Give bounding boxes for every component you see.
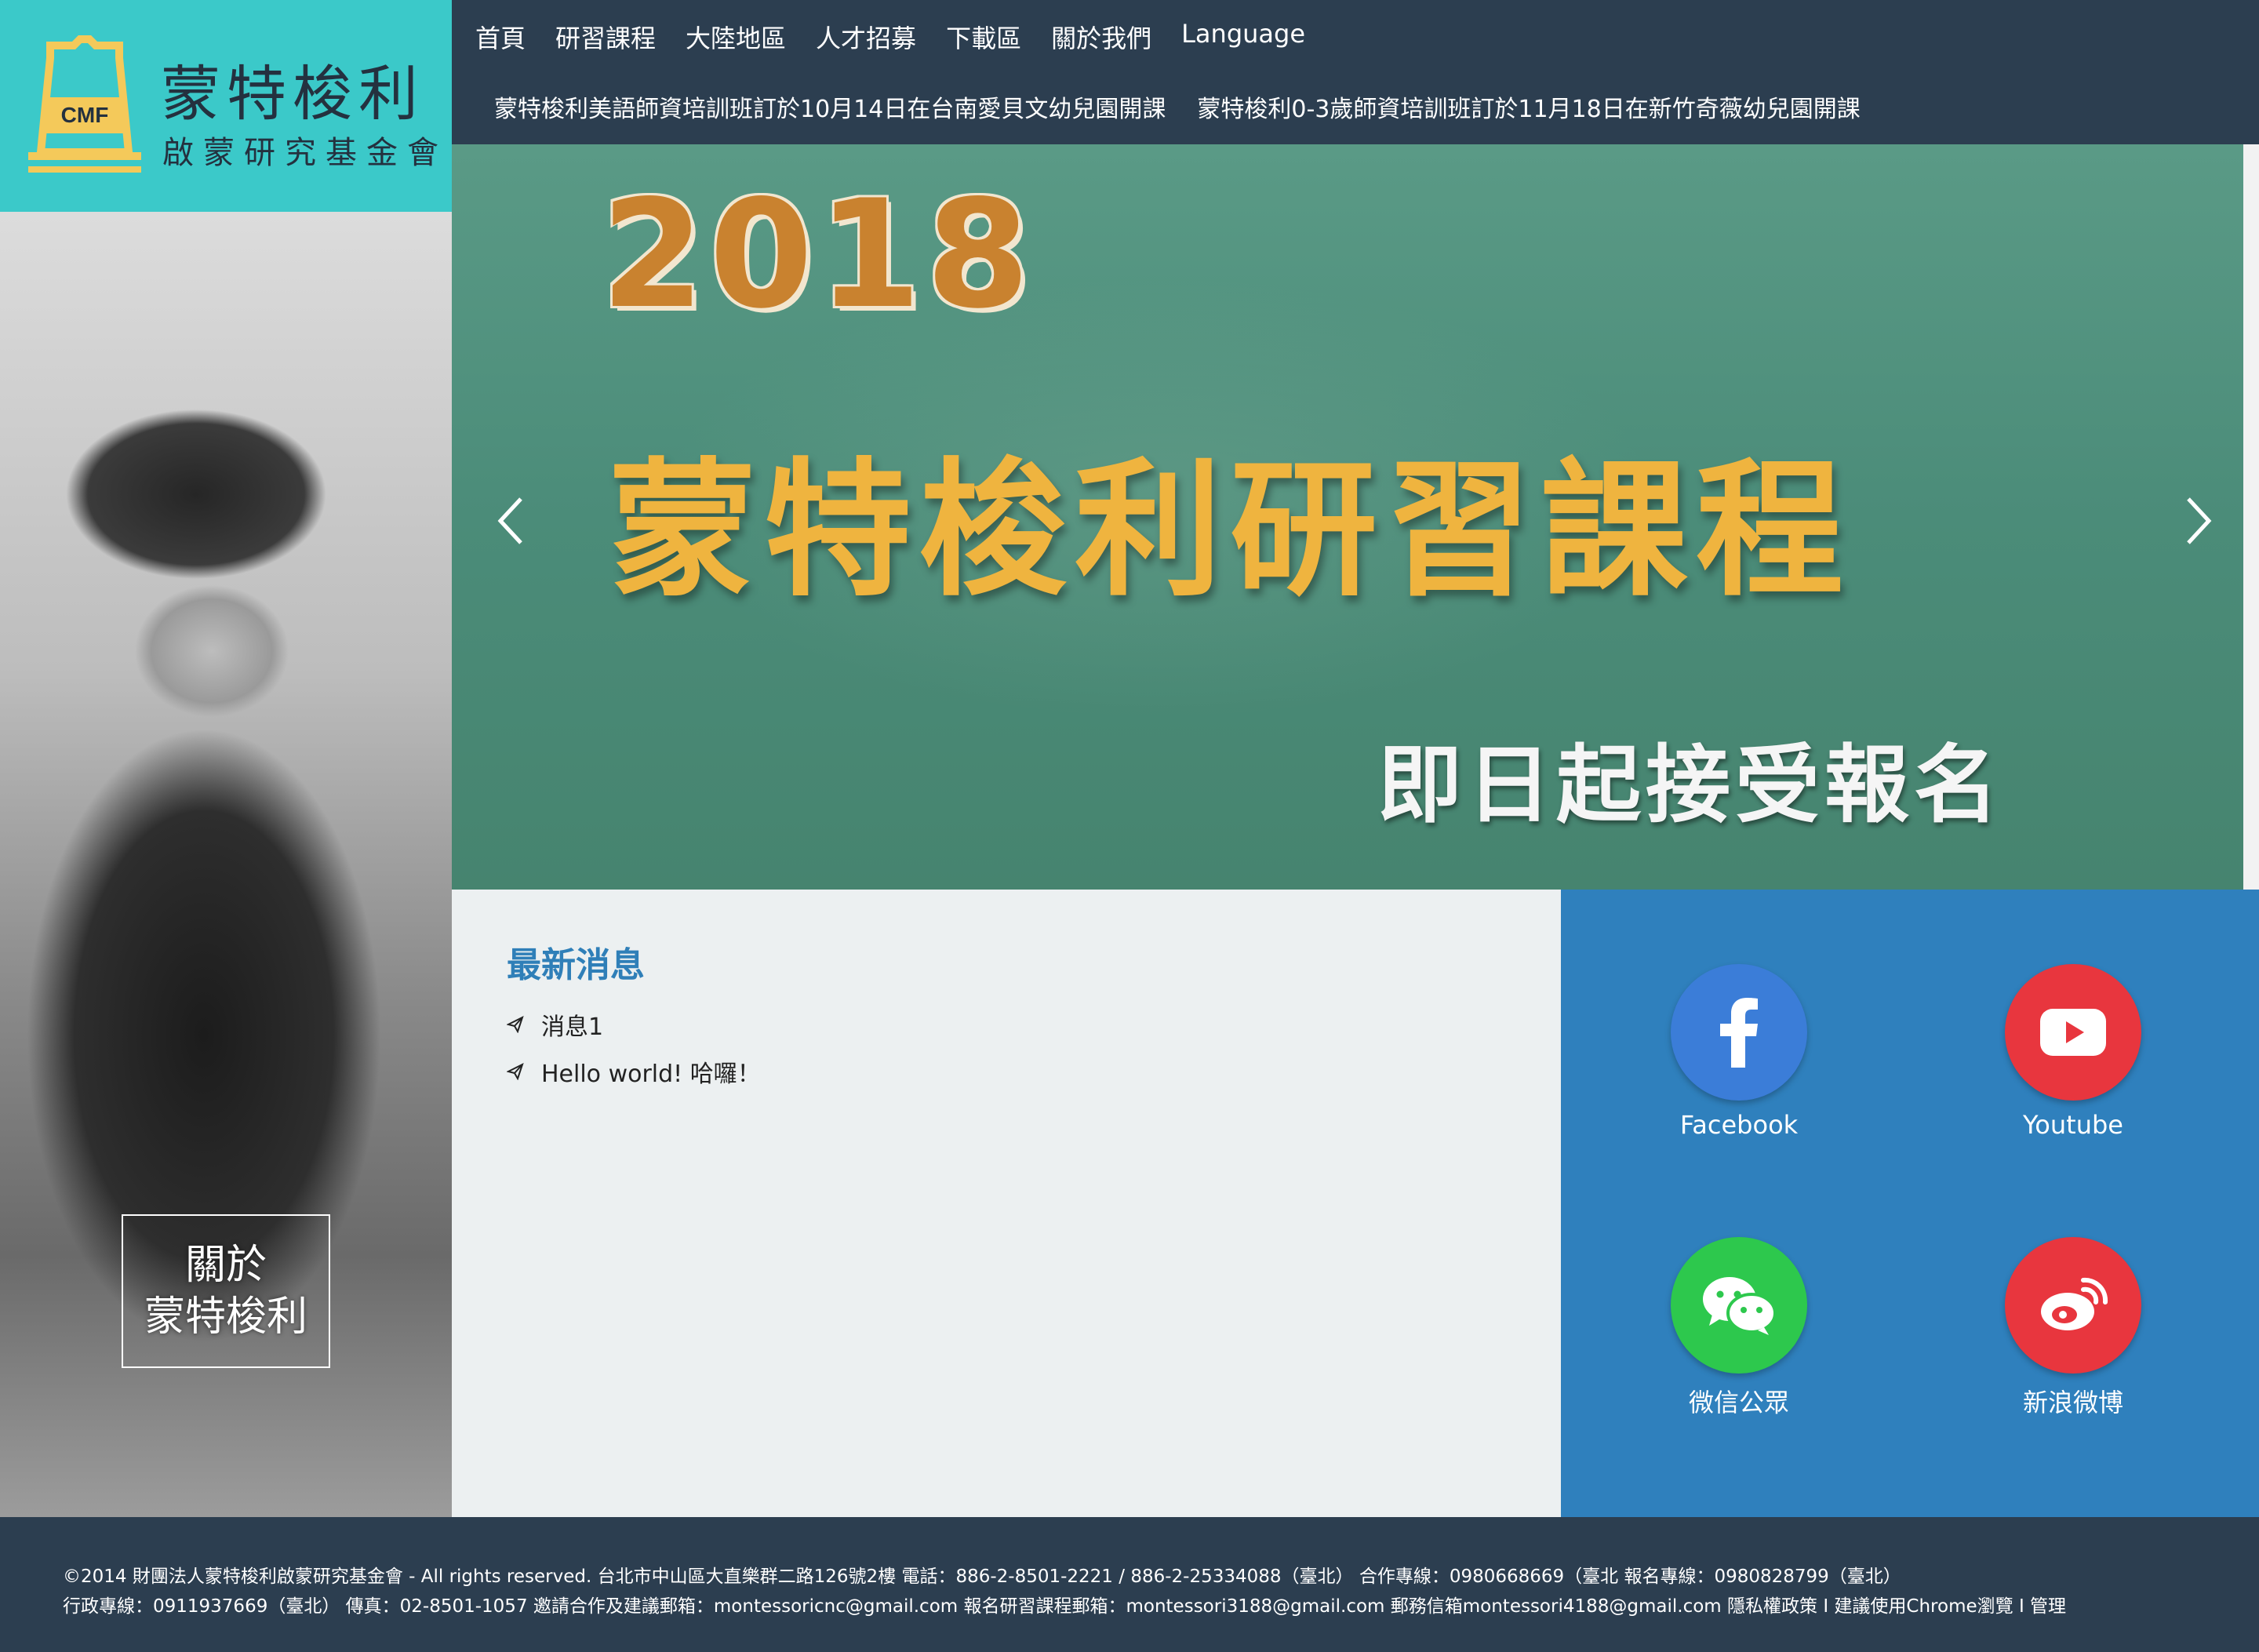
youtube-icon bbox=[2005, 964, 2141, 1101]
hero-carousel[interactable]: 2018 蒙特梭利研習課程 即日起接受報名 bbox=[452, 144, 2259, 890]
top-navbar: 首頁 研習課程 大陸地區 人才招募 下載區 關於我們 Language 蒙特梭利… bbox=[452, 0, 2259, 144]
news-item[interactable]: 消息1 bbox=[507, 1001, 761, 1048]
ticker-item[interactable]: 蒙特梭利美語師資培訓班訂於10月14日在台南愛貝文幼兒園開課 bbox=[494, 89, 1166, 124]
privacy-policy-link[interactable]: 隱私權政策 bbox=[1727, 1596, 1817, 1617]
footer-contact-text: 行政專線：0911937669（臺北） 傳真：02-8501-1057 邀請合作… bbox=[63, 1596, 1728, 1617]
hero-year: 2018 bbox=[601, 168, 1035, 341]
site-logo[interactable]: CMF 蒙特梭利 啟蒙研究基金會 bbox=[0, 0, 452, 212]
footer-line-2: 行政專線：0911937669（臺北） 傳真：02-8501-1057 邀請合作… bbox=[63, 1591, 2066, 1617]
footer-separator: I bbox=[1817, 1596, 1835, 1617]
news-item[interactable]: Hello world! 哈囉！ bbox=[507, 1048, 761, 1095]
nav-item-about-us[interactable]: 關於我們 bbox=[1051, 19, 1151, 55]
logo-title: 蒙特梭利 bbox=[161, 59, 424, 129]
wechat-icon bbox=[1671, 1237, 1807, 1374]
carousel-next-icon[interactable] bbox=[2174, 489, 2221, 552]
hero-signup-text: 即日起接受報名 bbox=[1377, 737, 2004, 835]
social-label: Youtube bbox=[2023, 1110, 2123, 1140]
ticker-item[interactable]: 蒙特梭利0-3歲師資培訓班訂於11月18日在新竹奇薇幼兒園開課 bbox=[1197, 89, 1860, 124]
logo-subtitle: 啟蒙研究基金會 bbox=[162, 135, 448, 171]
weibo-icon bbox=[2005, 1237, 2141, 1374]
browser-note: 建議使用Chrome瀏覽 bbox=[1834, 1596, 2013, 1617]
nav-item-language[interactable]: Language bbox=[1181, 19, 1305, 55]
social-facebook-link[interactable]: Facebook bbox=[1645, 964, 1833, 1140]
news-item-label: Hello world! 哈囉！ bbox=[541, 1061, 761, 1088]
about-montessori-button[interactable]: 關於 蒙特梭利 bbox=[122, 1214, 330, 1368]
social-weibo-link[interactable]: 新浪微博 bbox=[1979, 1237, 2167, 1419]
latest-news-section: 最新消息 消息1 Hello world! 哈囉！ bbox=[452, 890, 1561, 1517]
carousel-prev-icon[interactable] bbox=[488, 489, 535, 552]
hero-edge-strip bbox=[2243, 144, 2259, 890]
social-label: 新浪微博 bbox=[2022, 1388, 2123, 1417]
svg-text:CMF: CMF bbox=[61, 103, 109, 127]
social-label: 微信公眾 bbox=[1688, 1388, 1789, 1417]
admin-link[interactable]: 管理 bbox=[2030, 1596, 2066, 1617]
social-youtube-link[interactable]: Youtube bbox=[1979, 964, 2167, 1140]
news-list: 消息1 Hello world! 哈囉！ bbox=[507, 1001, 761, 1095]
announcement-ticker: 蒙特梭利美語師資培訓班訂於10月14日在台南愛貝文幼兒園開課 蒙特梭利0-3歲師… bbox=[494, 89, 1892, 124]
paper-plane-icon bbox=[507, 1063, 524, 1080]
nav-item-courses[interactable]: 研習課程 bbox=[555, 19, 656, 55]
montessori-portrait-image: 關於 蒙特梭利 bbox=[0, 212, 452, 1517]
site-footer: ©2014 財團法人蒙特梭利啟蒙研究基金會 - All rights reser… bbox=[0, 1517, 2259, 1652]
nav-item-mainland[interactable]: 大陸地區 bbox=[686, 19, 786, 55]
cmf-emblem-icon: CMF bbox=[28, 35, 141, 173]
nav-item-careers[interactable]: 人才招募 bbox=[816, 19, 916, 55]
news-item-label: 消息1 bbox=[541, 1013, 604, 1041]
hero-headline: 蒙特梭利研習課程 bbox=[609, 445, 1851, 617]
about-line-2: 蒙特梭利 bbox=[144, 1294, 307, 1341]
footer-separator: I bbox=[2013, 1596, 2031, 1617]
news-title: 最新消息 bbox=[507, 945, 645, 985]
social-links-panel: Facebook Youtube 微信公眾 新浪微博 bbox=[1561, 890, 2259, 1517]
facebook-icon bbox=[1671, 964, 1807, 1101]
paper-plane-icon bbox=[507, 1016, 524, 1033]
social-wechat-link[interactable]: 微信公眾 bbox=[1645, 1237, 1833, 1419]
footer-line-1: ©2014 財團法人蒙特梭利啟蒙研究基金會 - All rights reser… bbox=[63, 1566, 1901, 1587]
social-label: Facebook bbox=[1679, 1110, 1799, 1140]
nav-item-downloads[interactable]: 下載區 bbox=[946, 19, 1021, 55]
nav-item-home[interactable]: 首頁 bbox=[475, 19, 526, 55]
about-line-1: 關於 bbox=[184, 1242, 267, 1289]
main-nav: 首頁 研習課程 大陸地區 人才招募 下載區 關於我們 Language bbox=[475, 19, 1335, 55]
